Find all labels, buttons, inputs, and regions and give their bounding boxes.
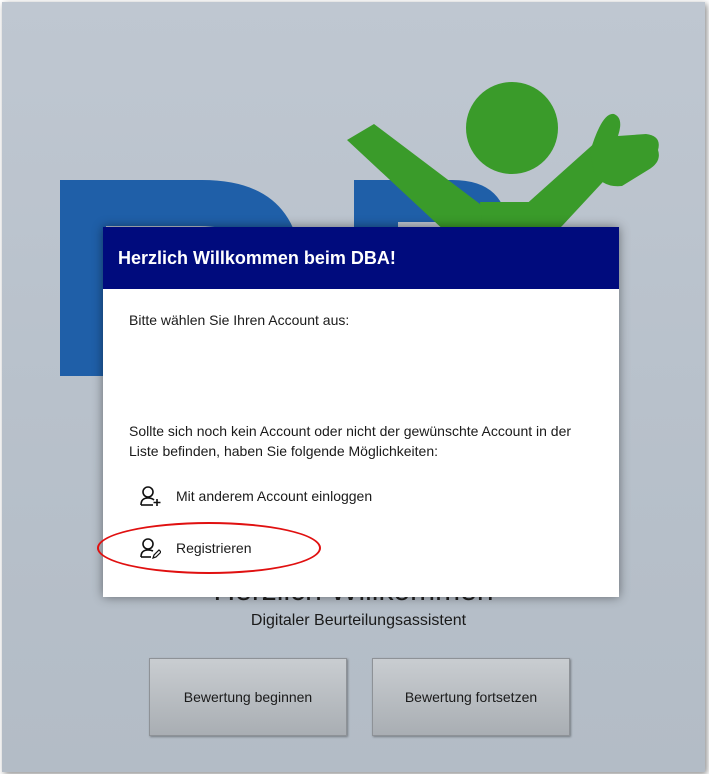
start-evaluation-button[interactable]: Bewertung beginnen xyxy=(149,658,347,736)
login-other-account-label: Mit anderem Account einloggen xyxy=(176,488,373,504)
register-option[interactable]: Registrieren xyxy=(139,537,251,559)
login-other-account-option[interactable]: Mit anderem Account einloggen xyxy=(139,485,372,507)
dialog-title: Herzlich Willkommen beim DBA! xyxy=(118,247,396,268)
dialog-header: Herzlich Willkommen beim DBA! xyxy=(103,227,619,289)
add-user-icon xyxy=(140,486,161,506)
app-window: Herzlich Willkommen Digitaler Beurteilun… xyxy=(2,2,705,772)
app-subtitle: Digitaler Beurteilungsassistent xyxy=(250,612,467,629)
account-info-text: Sollte sich noch kein Account oder nicht… xyxy=(129,423,572,459)
account-dialog: Herzlich Willkommen beim DBA! Bitte wähl… xyxy=(103,227,619,597)
edit-user-icon xyxy=(140,538,161,559)
continue-evaluation-button[interactable]: Bewertung fortsetzen xyxy=(372,658,570,736)
register-label: Registrieren xyxy=(176,540,252,556)
account-prompt: Bitte wählen Sie Ihren Account aus: xyxy=(129,312,350,328)
